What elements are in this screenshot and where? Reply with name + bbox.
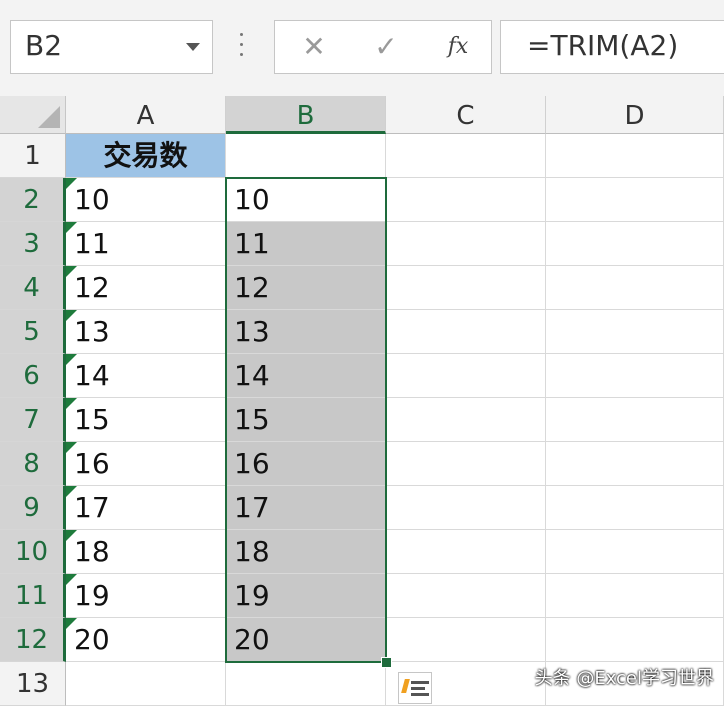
cell-b10[interactable]: 18 [226,530,386,574]
formula-buttons: ✕ ✓ fx [274,20,492,74]
name-box-dropdown-icon[interactable] [186,43,200,51]
cell-a9[interactable]: 17 [66,486,226,530]
enter-icon[interactable]: ✓ [361,27,411,67]
cell-d2[interactable] [546,178,724,222]
row-header-11[interactable]: 11 [0,574,66,618]
cell-b7[interactable]: 15 [226,398,386,442]
row-header-5[interactable]: 5 [0,310,66,354]
number-as-text-indicator-icon [66,178,77,189]
row-header-1[interactable]: 1 [0,134,66,178]
cell-d5[interactable] [546,310,724,354]
cell-c1[interactable] [386,134,546,178]
number-as-text-indicator-icon [66,486,77,497]
cell-a10[interactable]: 18 [66,530,226,574]
row-header-4[interactable]: 4 [0,266,66,310]
cell-c12[interactable] [386,618,546,662]
cell-c8[interactable] [386,442,546,486]
cell-b5[interactable]: 13 [226,310,386,354]
cell-d7[interactable] [546,398,724,442]
name-box-value: B2 [25,29,63,62]
cell-a8[interactable]: 16 [66,442,226,486]
column-header-b[interactable]: B [226,96,386,134]
cell-c9[interactable] [386,486,546,530]
cell-a5[interactable]: 13 [66,310,226,354]
cell-b12[interactable]: 20 [226,618,386,662]
cell-d12[interactable] [546,618,724,662]
cell-b4[interactable]: 12 [226,266,386,310]
cell-b8[interactable]: 16 [226,442,386,486]
row-header-13[interactable]: 13 [0,662,66,706]
cell-c7[interactable] [386,398,546,442]
number-as-text-indicator-icon [66,354,77,365]
row-header-3[interactable]: 3 [0,222,66,266]
row-header-12[interactable]: 12 [0,618,66,662]
cell-d8[interactable] [546,442,724,486]
column-a-header-cell[interactable]: 交易数 [66,134,226,178]
formula-bar-area: B2 ✕ ✓ fx =TRIM(A2) [0,0,724,96]
number-as-text-indicator-icon [66,266,77,277]
cell-c5[interactable] [386,310,546,354]
cell-a7[interactable]: 15 [66,398,226,442]
cell-c6[interactable] [386,354,546,398]
row-header-7[interactable]: 7 [0,398,66,442]
cell-c2[interactable] [386,178,546,222]
number-as-text-indicator-icon [66,574,77,585]
column-header-a[interactable]: A [66,96,226,134]
cell-b13[interactable] [226,662,386,706]
cell-c11[interactable] [386,574,546,618]
formula-input[interactable]: =TRIM(A2) [500,20,724,74]
cell-d6[interactable] [546,354,724,398]
column-header-d[interactable]: D [546,96,724,134]
cell-a11[interactable]: 19 [66,574,226,618]
cell-a6[interactable]: 14 [66,354,226,398]
row-header-10[interactable]: 10 [0,530,66,574]
cell-b9[interactable]: 17 [226,486,386,530]
cell-b1[interactable] [226,134,386,178]
cell-a12[interactable]: 20 [66,618,226,662]
formula-text: =TRIM(A2) [527,29,679,62]
number-as-text-indicator-icon [66,222,77,233]
flash-fill-icon [401,679,410,693]
number-as-text-indicator-icon [66,398,77,409]
quick-analysis-button[interactable] [398,672,432,704]
row-header-2[interactable]: 2 [0,178,66,222]
cell-c10[interactable] [386,530,546,574]
number-as-text-indicator-icon [66,618,77,629]
number-as-text-indicator-icon [66,530,77,541]
cell-b3[interactable]: 11 [226,222,386,266]
cell-c4[interactable] [386,266,546,310]
fill-handle[interactable] [381,657,392,668]
cell-a3[interactable]: 11 [66,222,226,266]
cancel-icon[interactable]: ✕ [289,27,339,67]
row-header-8[interactable]: 8 [0,442,66,486]
cell-d9[interactable] [546,486,724,530]
watermark: 头条 @Excel学习世界 [534,668,714,689]
spreadsheet-grid: A B C D 1 交易数 2 10 10 3 11 11 4 12 12 5 13 13 6 14 14 7 15 15 8 1… [0,96,724,706]
name-box[interactable]: B2 [10,20,213,74]
cell-c3[interactable] [386,222,546,266]
number-as-text-indicator-icon [66,310,77,321]
cell-b11[interactable]: 19 [226,574,386,618]
cell-a13[interactable] [66,662,226,706]
column-header-c[interactable]: C [386,96,546,134]
row-header-9[interactable]: 9 [0,486,66,530]
row-header-6[interactable]: 6 [0,354,66,398]
select-all-icon [38,106,60,128]
cell-a4[interactable]: 12 [66,266,226,310]
insert-function-icon[interactable]: fx [433,27,483,67]
cell-a2[interactable]: 10 [66,178,226,222]
cell-d10[interactable] [546,530,724,574]
cell-d3[interactable] [546,222,724,266]
cell-d1[interactable] [546,134,724,178]
cell-d4[interactable] [546,266,724,310]
more-options-icon[interactable] [238,33,244,61]
cell-b6[interactable]: 14 [226,354,386,398]
cell-d11[interactable] [546,574,724,618]
cell-b2[interactable]: 10 [226,178,386,222]
select-all-button[interactable] [0,96,66,134]
number-as-text-indicator-icon [66,442,77,453]
